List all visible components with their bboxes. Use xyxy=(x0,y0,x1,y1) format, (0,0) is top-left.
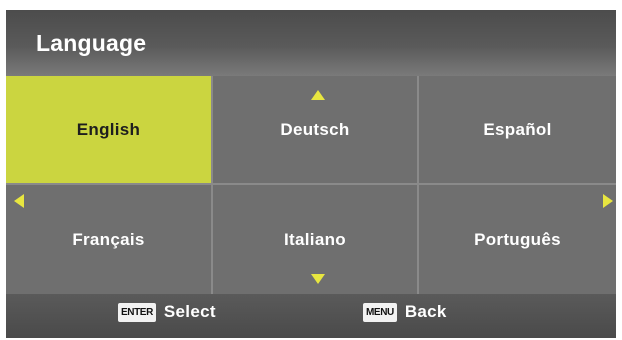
arrow-right-icon xyxy=(603,194,613,208)
arrow-down-icon xyxy=(311,274,325,284)
enter-key-icon: ENTER xyxy=(118,302,156,322)
menu-header: Language xyxy=(6,10,616,76)
arrow-left-icon xyxy=(14,194,24,208)
language-option-portugues[interactable]: Português xyxy=(419,185,616,294)
language-option-english[interactable]: English xyxy=(6,76,211,183)
page-title: Language xyxy=(36,30,147,56)
language-grid: English Deutsch Español Français Italian… xyxy=(6,76,616,294)
back-hint-label: Back xyxy=(404,302,447,321)
arrow-up-icon xyxy=(311,90,325,100)
language-option-espanol[interactable]: Español xyxy=(419,76,616,183)
menu-key-icon: MENU xyxy=(363,302,397,322)
select-hint-label: Select xyxy=(163,302,216,321)
back-hint: MENU Back xyxy=(363,302,447,322)
language-option-francais[interactable]: Français xyxy=(6,185,211,294)
select-hint: ENTER Select xyxy=(118,302,216,322)
menu-footer: ENTER Select MENU Back xyxy=(6,294,616,338)
language-menu-panel: Language English Deutsch Español Françai… xyxy=(6,10,616,338)
